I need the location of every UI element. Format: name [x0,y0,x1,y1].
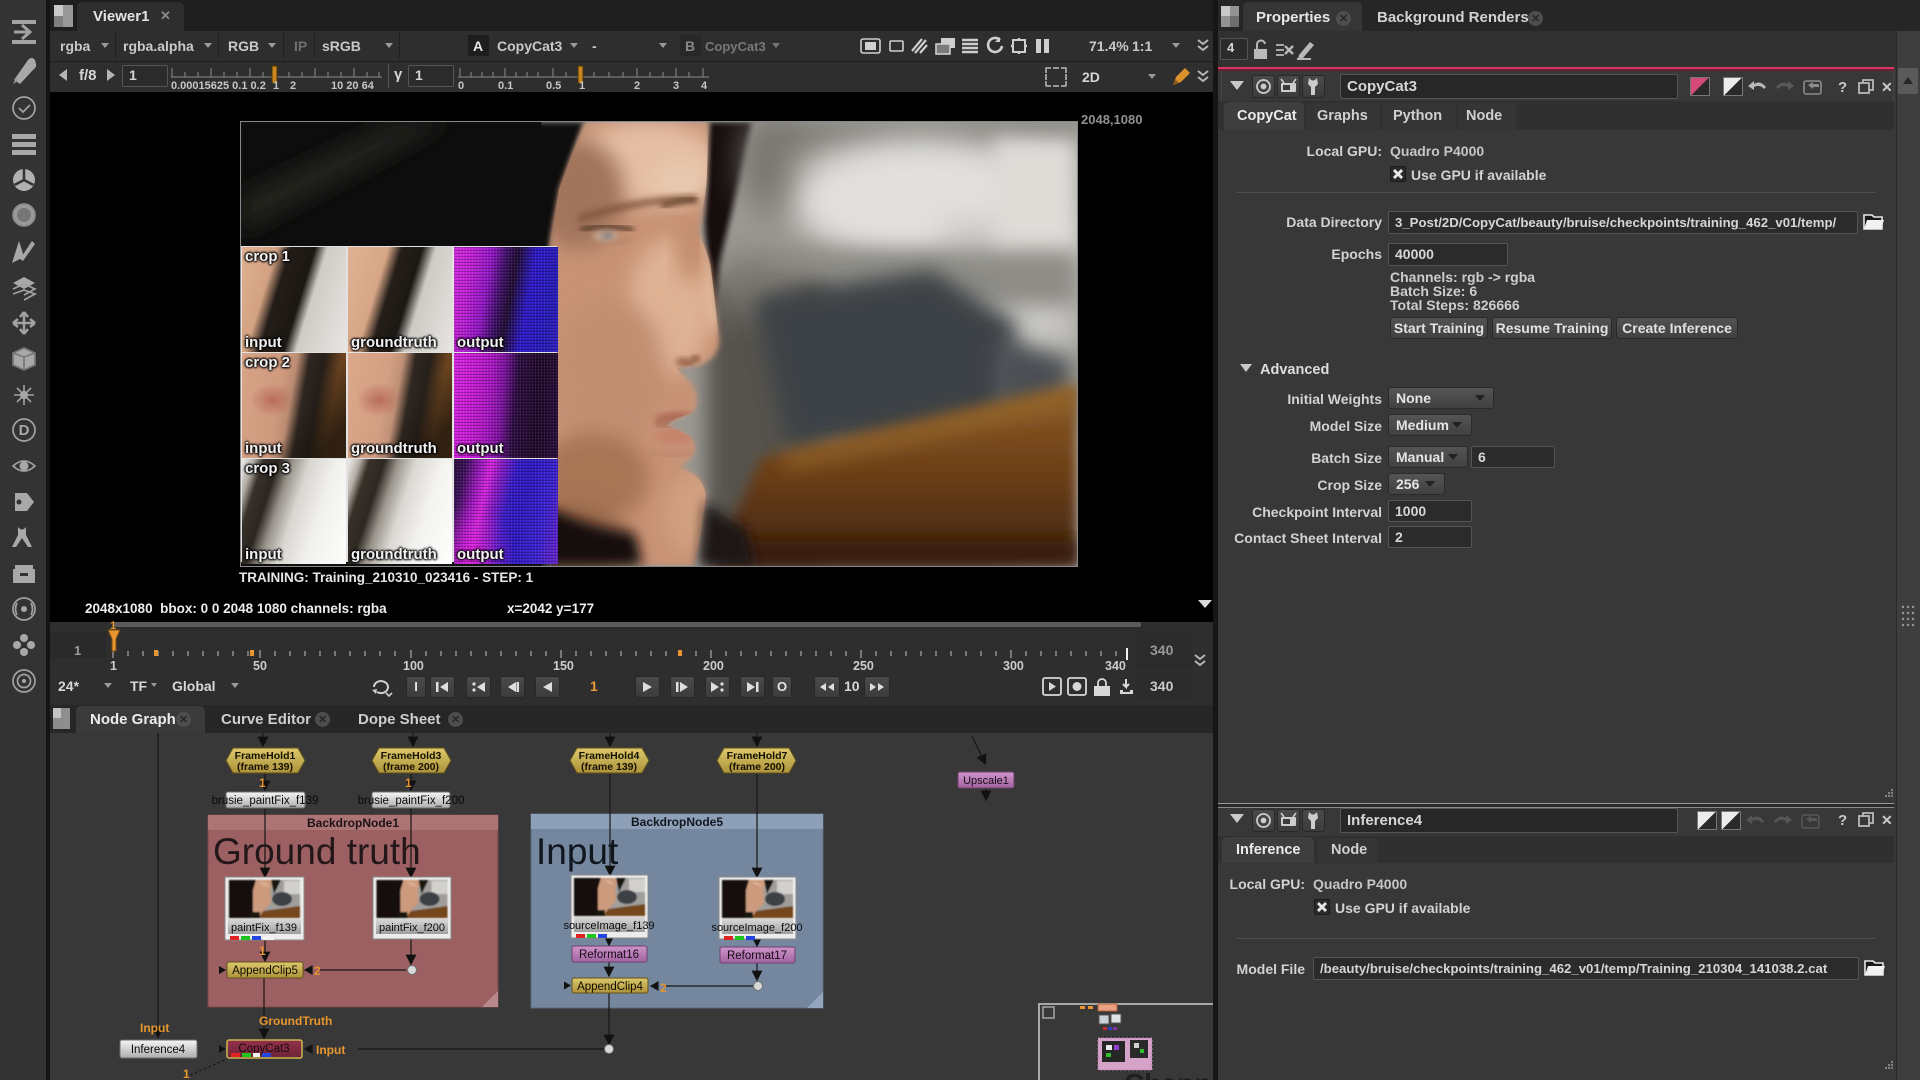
svg-text:brusie_paintFix_f200: brusie_paintFix_f200 [358,795,465,807]
svg-text:paintFix_f200: paintFix_f200 [379,922,445,934]
svg-text:sourceImage_f200: sourceImage_f200 [711,922,802,934]
svg-text:paintFix_f139: paintFix_f139 [231,922,297,934]
svg-text:0.1: 0.1 [498,80,513,90]
svg-text:250: 250 [853,659,874,670]
svg-text:AppendClip4: AppendClip4 [577,981,643,993]
svg-text:D: D [19,422,30,439]
svg-text:sourceImage_f139: sourceImage_f139 [563,920,654,932]
svg-text:Channel Coun: Channel Coun [1124,1068,1213,1080]
svg-text:(frame 200): (frame 200) [383,761,439,773]
svg-text:Input: Input [316,1043,345,1057]
svg-text:(frame 139): (frame 139) [237,761,293,773]
svg-text:1: 1 [259,944,266,958]
svg-text:Upscale1: Upscale1 [963,775,1009,787]
svg-text:2: 2 [290,80,296,90]
svg-text:2: 2 [660,981,667,995]
svg-text:Reformat16: Reformat16 [579,949,639,961]
svg-text:340: 340 [1105,659,1126,670]
svg-text:2: 2 [314,964,321,978]
svg-text:(frame 139): (frame 139) [581,761,637,773]
svg-text:150: 150 [553,659,574,670]
svg-text:AppendClip5: AppendClip5 [232,965,298,977]
svg-text:1: 1 [183,1067,190,1080]
svg-text:3: 3 [673,80,679,90]
svg-text:Ground truth: Ground truth [213,831,421,872]
svg-text:Input: Input [140,1021,169,1035]
svg-text:10 20 64: 10 20 64 [331,80,375,90]
svg-text:Inference4: Inference4 [131,1044,186,1056]
svg-text:1: 1 [405,776,412,790]
svg-text:(frame 200): (frame 200) [729,761,785,773]
svg-text:2: 2 [634,80,640,90]
svg-text:1: 1 [110,620,116,632]
svg-text:1: 1 [259,776,266,790]
svg-text:BackdropNode1: BackdropNode1 [307,816,399,830]
svg-text:1: 1 [110,659,117,670]
svg-text:BackdropNode5: BackdropNode5 [631,815,723,829]
svg-text:0.00015625 0.1 0.2: 0.00015625 0.1 0.2 [171,80,266,90]
svg-text:Reformat17: Reformat17 [727,950,787,962]
svg-text:brusie_paintFix_f139: brusie_paintFix_f139 [212,795,319,807]
svg-text:0.5: 0.5 [546,80,561,90]
svg-text:50: 50 [253,659,267,670]
svg-text:1: 1 [273,80,279,90]
svg-text:GroundTruth: GroundTruth [259,1014,332,1028]
svg-text:1: 1 [579,80,585,90]
svg-text:4: 4 [701,80,708,90]
svg-text:100: 100 [403,659,424,670]
svg-text:200: 200 [703,659,724,670]
svg-text:0: 0 [458,80,464,90]
svg-text:Input: Input [536,831,619,872]
svg-text:300: 300 [1003,659,1024,670]
